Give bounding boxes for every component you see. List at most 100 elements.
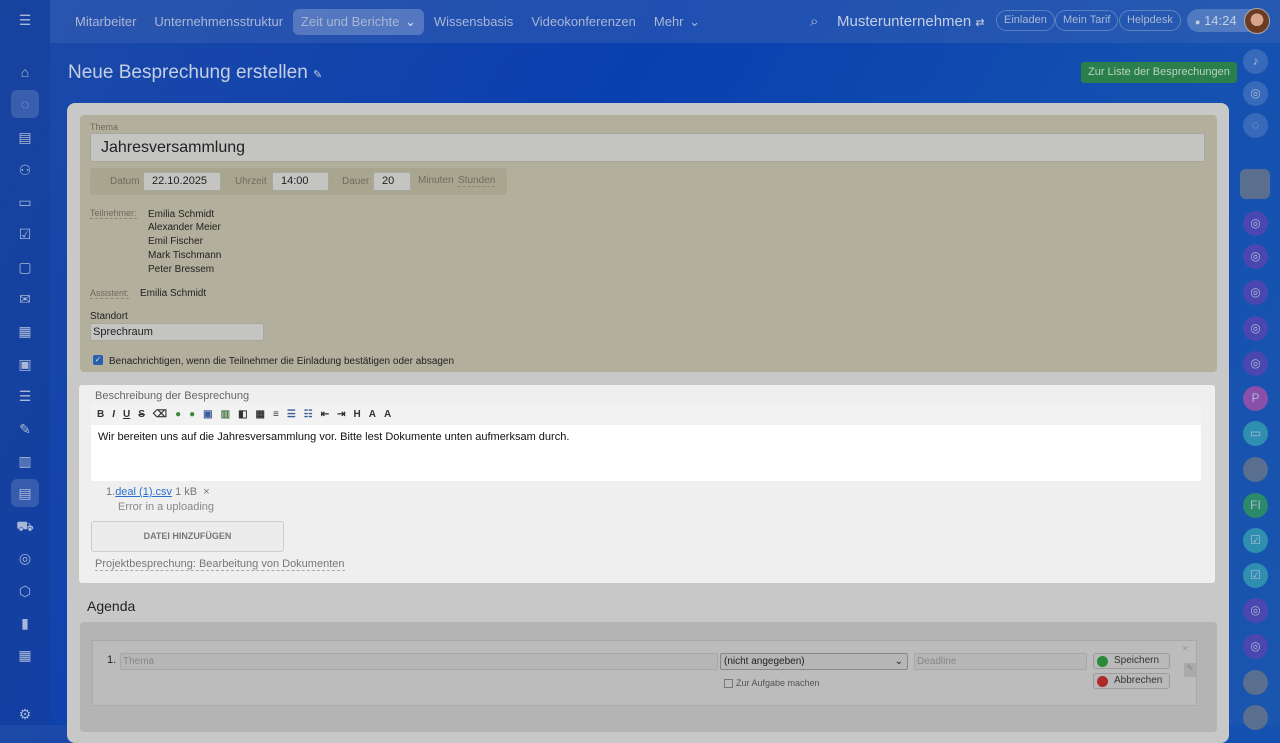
users-icon[interactable]: ⚇ [15,160,35,180]
link-icon[interactable]: ● [175,409,181,420]
channel-icon[interactable]: ◎ [1243,280,1268,305]
edit-icon[interactable]: ✎ [1184,663,1196,677]
cart-icon[interactable]: ⛟ [15,516,35,536]
font-size-icon[interactable]: A [369,409,376,420]
align-icon[interactable]: ≡ [273,409,279,420]
invite-button[interactable]: Einladen [996,10,1055,31]
chat-icon[interactable]: ▭ [1243,421,1268,446]
italic-icon[interactable]: I [112,409,115,420]
user-avatar[interactable] [1244,8,1270,34]
assistant-label[interactable]: Assistent: [90,288,130,299]
date-input[interactable]: 22.10.2025 [143,172,221,191]
contact-avatar[interactable]: P [1243,386,1268,411]
settings-icon[interactable]: ⚙ [15,704,35,724]
agenda-topic-input[interactable]: Thema [120,653,718,670]
search-icon[interactable]: ⌕ [810,13,818,30]
bold-icon[interactable]: B [97,409,104,420]
chat-search-icon[interactable]: ◌ [1243,113,1268,138]
store-icon[interactable]: ▥ [15,451,35,471]
cancel-button[interactable]: Abbrechen [1093,673,1170,689]
make-task-checkbox[interactable] [724,679,733,688]
nav-mehr[interactable]: Mehr ⌄ [646,9,708,35]
box-icon[interactable]: ⬡ [15,581,35,601]
quote-icon[interactable]: ◧ [238,409,247,420]
table-icon[interactable]: ▦ [256,409,265,420]
description-section: Beschreibung der Besprechung B I U S ⌫ ● ● ▣ ▥ ◧ ▦… [79,385,1215,583]
video-icon[interactable]: ▥ [221,409,230,420]
channel-icon[interactable]: ◎ [1243,634,1268,659]
contact-avatar[interactable] [1243,670,1268,695]
duration-input[interactable]: 20 [373,172,411,191]
menu-icon[interactable]: ☰ [15,10,35,30]
home-icon[interactable]: ⌂ [15,62,35,82]
nav-zeit-und-berichte[interactable]: Zeit und Berichte ⌄ [293,8,424,35]
bell-icon[interactable]: ♪ [1243,49,1268,74]
nav-unternehmensstruktur[interactable]: Unternehmensstruktur [146,9,291,34]
channel-icon[interactable]: ◎ [1243,211,1268,236]
filter-icon[interactable]: ☰ [15,386,35,406]
strikethrough-icon[interactable]: S [138,409,145,420]
deadline-input[interactable]: Deadline [914,653,1087,670]
tasks-icon[interactable]: ☑ [15,224,35,244]
time-input[interactable]: 14:00 [272,172,329,191]
inbox-icon[interactable]: ▭ [15,192,35,212]
channel-icon[interactable]: ◎ [1243,316,1268,341]
chart-icon[interactable]: ▮ [15,613,35,633]
outdent-icon[interactable]: ⇤ [321,409,329,420]
bullet-list-icon[interactable]: ☷ [304,409,313,420]
participants-label[interactable]: Teilnehmer: [90,208,137,219]
description-editor[interactable]: Wir bereiten uns auf die Jahresversammlu… [91,425,1201,481]
nav-mitarbeiter[interactable]: Mitarbeiter [67,9,144,34]
remove-file-icon[interactable]: × [200,486,209,498]
pen-icon[interactable]: ✎ [15,419,35,439]
target-icon[interactable]: ◎ [15,548,35,568]
feed-icon[interactable]: ◌ [11,90,39,118]
file-link[interactable]: deal (1).csv [115,486,172,498]
ordered-list-icon[interactable]: ☰ [287,409,296,420]
contact-avatar[interactable]: FI [1243,493,1268,518]
save-button[interactable]: Speichern [1093,653,1170,669]
related-meeting-link[interactable]: Projektbesprechung: Bearbeitung von Doku… [95,558,345,571]
file-size: 1 kB [175,486,198,498]
company-name[interactable]: Musterunternehmen ⇄ [837,13,985,30]
contact-avatar[interactable] [1243,705,1268,730]
mail-icon[interactable]: ✉ [15,289,35,309]
tariff-button[interactable]: Mein Tarif [1055,10,1119,31]
meeting-list-button[interactable]: Zur Liste der Besprechungen [1081,62,1237,83]
task-icon[interactable]: ☑ [1243,528,1268,553]
meetings-icon[interactable]: ▤ [11,479,39,507]
responsible-select[interactable]: (nicht angegeben) ⌄ [720,653,908,670]
add-file-button[interactable]: DATEI HINZUFÜGEN [91,521,284,552]
nav-videokonferenzen[interactable]: Videokonferenzen [523,9,644,34]
topic-input[interactable]: Jahresversammlung [90,133,1205,162]
pin-icon[interactable]: ✎ [313,69,322,81]
calendar-icon[interactable]: ▦ [15,321,35,341]
eraser-icon[interactable]: ⌫ [153,409,167,420]
top-bar: Mitarbeiter Unternehmensstruktur Zeit un… [50,0,1280,43]
font-color-icon[interactable]: A [384,409,391,420]
page-title-text: Neue Besprechung erstellen [68,62,308,83]
indent-icon[interactable]: ⇥ [337,409,345,420]
location-input[interactable]: Sprechraum [90,323,264,341]
unlink-icon[interactable]: ● [189,409,195,420]
copilot-icon[interactable]: ◎ [1243,81,1268,106]
close-icon[interactable]: × [1182,643,1188,655]
heading-icon[interactable]: H [354,409,361,420]
schedule-icon[interactable]: ▦ [15,645,35,665]
notify-checkbox[interactable]: ✓ [93,355,103,365]
unit-minutes[interactable]: Minuten [418,175,454,186]
document-icon[interactable]: ▤ [15,127,35,147]
contact-avatar[interactable] [1243,457,1268,482]
channel-icon[interactable]: ◎ [1243,598,1268,623]
helpdesk-button[interactable]: Helpdesk [1119,10,1181,31]
task-icon[interactable]: ☑ [1243,563,1268,588]
channel-icon[interactable]: ◎ [1243,244,1268,269]
unit-hours[interactable]: Stunden [458,175,496,187]
chat-icon[interactable]: ▢ [15,257,35,277]
contact-avatar[interactable] [1240,169,1270,199]
image-icon[interactable]: ▣ [203,409,212,420]
nav-wissensbasis[interactable]: Wissensbasis [426,9,521,34]
underline-icon[interactable]: U [123,409,130,420]
channel-icon[interactable]: ◎ [1243,351,1268,376]
presentation-icon[interactable]: ▣ [15,354,35,374]
